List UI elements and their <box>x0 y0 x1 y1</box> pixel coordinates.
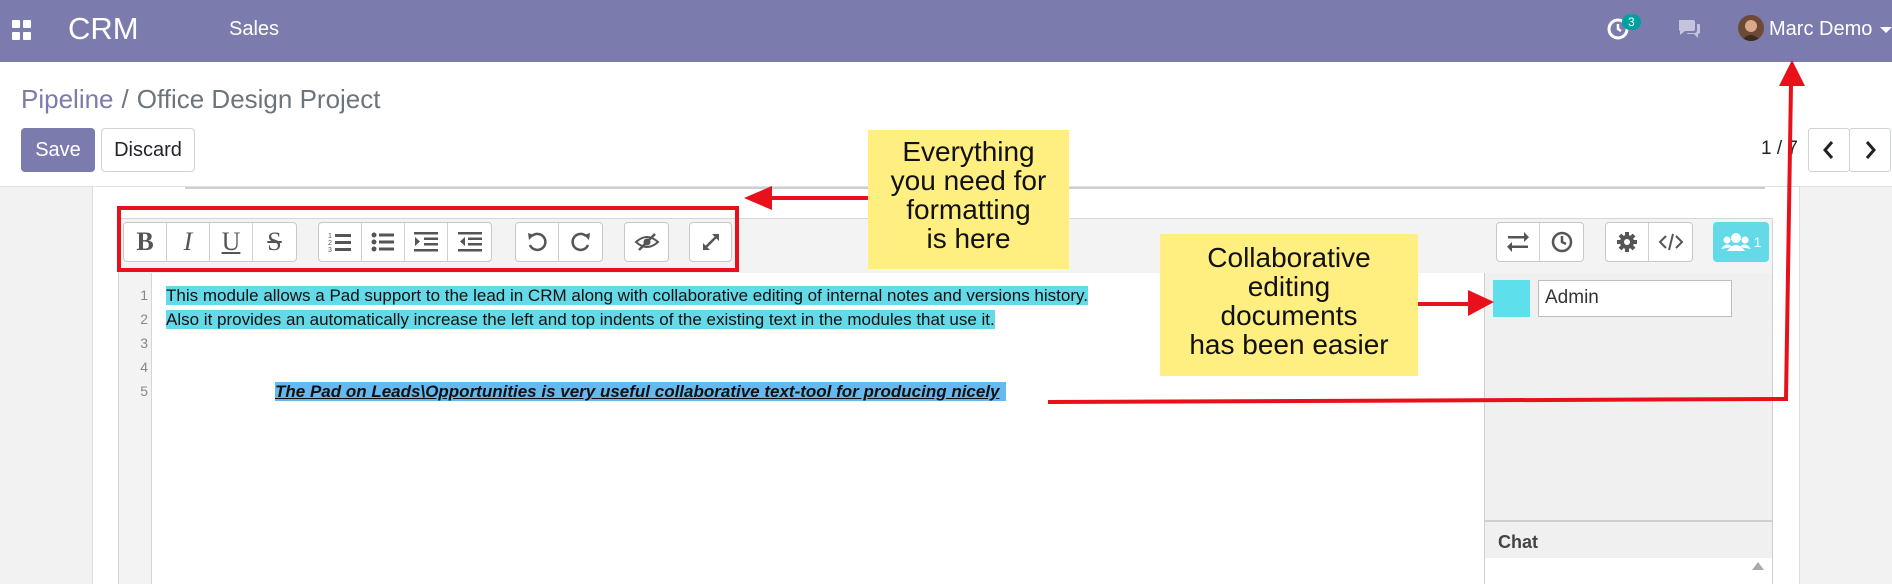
pad-text-line[interactable]: Also it provides an automatically increa… <box>166 310 995 330</box>
pad-text-line[interactable]: The Pad on Leads\Opportunities is very u… <box>275 382 1006 402</box>
messaging-icon[interactable] <box>1676 17 1702 41</box>
callout-formatting: Everything you need for formatting is he… <box>868 130 1069 269</box>
line-number: 3 <box>140 335 148 351</box>
breadcrumb-current: Office Design Project <box>136 84 381 114</box>
scroll-up-icon[interactable] <box>1752 562 1764 570</box>
pad-text: The Pad on Leads\Opportunities is very u… <box>275 382 1006 401</box>
user-menu-name[interactable]: Marc Demo <box>1769 18 1872 41</box>
user-avatar[interactable] <box>1738 15 1764 41</box>
import-export-icon[interactable] <box>1497 223 1540 261</box>
users-icon <box>1720 233 1751 251</box>
save-button[interactable]: Save <box>21 128 95 172</box>
breadcrumb-separator: / <box>121 84 129 114</box>
embed-icon[interactable] <box>1649 223 1692 261</box>
top-navbar: CRM Sales 3 Marc Demo <box>0 0 1892 62</box>
settings-icon[interactable] <box>1606 223 1649 261</box>
activity-badge: 3 <box>1622 14 1641 30</box>
users-button[interactable]: 1 <box>1713 222 1769 262</box>
line-number: 4 <box>140 359 148 375</box>
line-number: 1 <box>140 287 148 303</box>
pager-value[interactable]: 1 / 7 <box>1761 138 1798 160</box>
pager-previous-button[interactable] <box>1808 128 1850 172</box>
user-name-field[interactable]: Admin <box>1538 280 1732 317</box>
breadcrumb: Pipeline / Office Design Project <box>21 84 381 115</box>
menu-item-sales[interactable]: Sales <box>229 18 279 41</box>
apps-menu-icon[interactable] <box>12 20 32 40</box>
user-color-swatch[interactable] <box>1493 280 1530 317</box>
pager-next-button[interactable] <box>1849 128 1891 172</box>
chevron-down-icon[interactable] <box>1880 27 1892 33</box>
app-brand[interactable]: CRM <box>68 11 139 47</box>
pad-text: Also it provides an automatically increa… <box>166 310 995 329</box>
chevron-left-icon <box>1823 141 1834 159</box>
pad-text-line[interactable]: This module allows a Pad support to the … <box>166 286 1088 306</box>
activity-menu[interactable]: 3 <box>1607 14 1647 46</box>
settings-toolbar-group <box>1605 222 1693 262</box>
chevron-right-icon <box>1865 141 1876 159</box>
breadcrumb-pipeline[interactable]: Pipeline <box>21 84 114 114</box>
pad-text: This module allows a Pad support to the … <box>166 286 1088 305</box>
chat-body <box>1484 558 1773 584</box>
line-number: 2 <box>140 311 148 327</box>
line-number: 5 <box>140 383 148 399</box>
tools-toolbar-group <box>1496 222 1584 262</box>
toolbar-highlight-box <box>117 206 739 272</box>
callout-collaboration: Collaborative editing documents has been… <box>1160 234 1418 376</box>
chat-label: Chat <box>1498 532 1538 552</box>
users-count: 1 <box>1753 234 1762 250</box>
timeslider-icon[interactable] <box>1540 223 1583 261</box>
discard-button[interactable]: Discard <box>101 128 195 172</box>
